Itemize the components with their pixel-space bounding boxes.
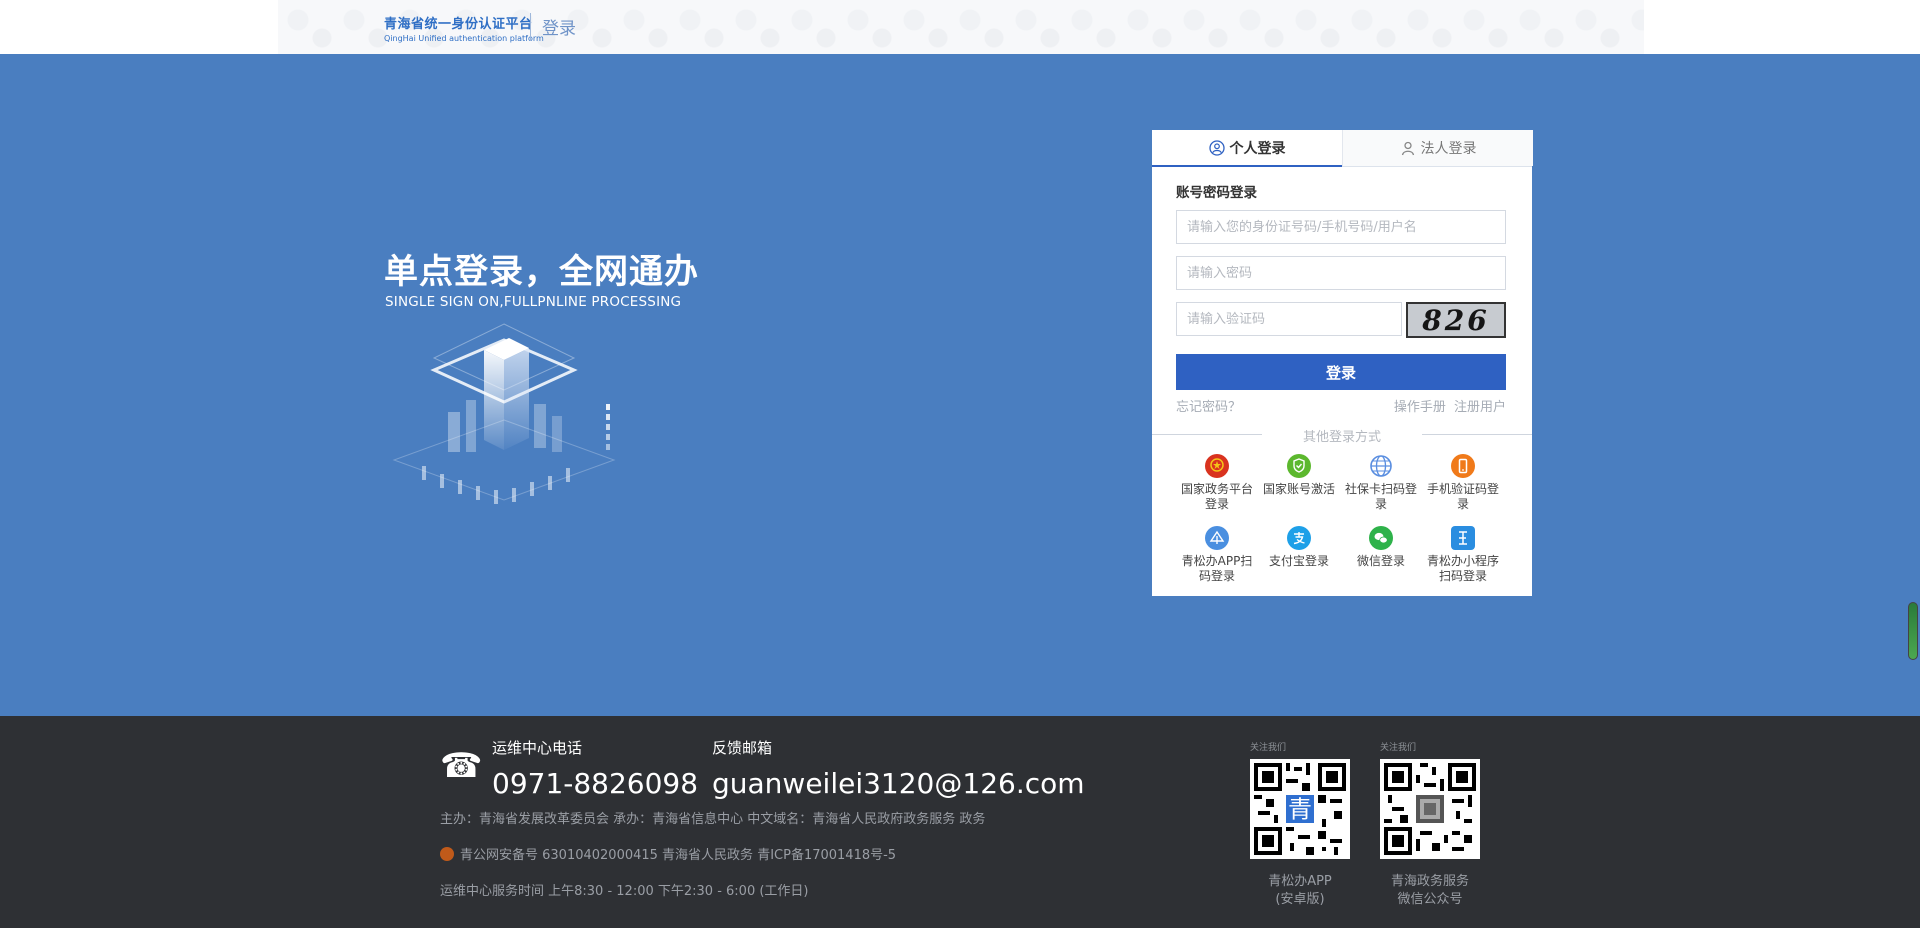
corporate-person-icon [1401, 141, 1414, 156]
qr-label-line1: 青松办APP [1268, 874, 1332, 889]
method-national-platform[interactable]: 国家政务平台登录 [1176, 454, 1258, 522]
header: 青海省统一身份认证平台 QingHai Unified authenticati… [0, 0, 1920, 54]
feedback-email-label: 反馈邮箱 [712, 739, 773, 757]
method-label: 社保卡扫码登录 [1344, 482, 1417, 511]
mini-program-icon [1451, 526, 1475, 550]
qr-block-app: 关注我们 青 青松办APP (安卓版) [1250, 740, 1350, 909]
tab-corporate-label: 法人登录 [1420, 141, 1477, 157]
method-alipay[interactable]: 支付宝登录 [1258, 526, 1340, 594]
platform-logo[interactable]: 青海省统一身份认证平台 QingHai Unified authenticati… [384, 13, 544, 43]
alipay-icon [1287, 526, 1311, 550]
hero-building-illustration [392, 323, 616, 504]
method-mini-program[interactable]: 青松办小程序扫码登录 [1422, 526, 1504, 594]
wechat-icon [1369, 526, 1393, 550]
operation-manual-link[interactable]: 操作手册 [1394, 400, 1446, 415]
scroll-indicator[interactable] [1908, 602, 1918, 660]
method-wechat[interactable]: 微信登录 [1340, 526, 1422, 594]
password-input[interactable] [1176, 256, 1506, 290]
tab-personal-label: 个人登录 [1229, 140, 1286, 157]
national-emblem-icon [1205, 454, 1229, 478]
tab-personal-login[interactable]: 个人登录 [1152, 130, 1342, 167]
logo-text-cn: 青海省统一身份认证平台 [384, 17, 533, 32]
police-badge-icon [440, 846, 454, 861]
qr-caption: 关注我们 [1380, 743, 1417, 753]
ops-phone-number: 0971-8826098 [492, 767, 699, 800]
forgot-password-link[interactable]: 忘记密码？ [1176, 396, 1241, 415]
hero-slogan: 单点登录，全网通办 [384, 252, 699, 292]
hero-slogan-en: SINGLE SIGN ON,FULLPNLINE PROCESSING [385, 294, 682, 310]
register-link[interactable]: 注册用户 [1454, 400, 1506, 415]
login-card: 个人登录 法人登录 账号密码登录 826 登录 忘记密码？ 操作手册 注册用户 … [1152, 130, 1533, 596]
qr-label-line2: 微信公众号 [1397, 892, 1463, 907]
footer-service-hours: 运维中心服务时间 上午8:30 - 12:00 下午2:30 - 6:00 (工… [440, 884, 809, 899]
mobile-phone-icon [1451, 454, 1475, 478]
method-label: 国家政务平台登录 [1180, 482, 1253, 511]
login-tabs: 个人登录 法人登录 [1152, 130, 1533, 167]
shield-check-icon [1287, 454, 1311, 478]
other-methods-title: 其他登录方式 [1262, 426, 1422, 445]
login-methods-grid: 国家政务平台登录 国家账号激活 社保卡扫码登录 手机验证码登录 青松办APP扫码… [1176, 454, 1506, 594]
wechat-qr-code [1380, 759, 1480, 859]
method-label: 支付宝登录 [1268, 554, 1329, 568]
footer-organizer-info: 主办：青海省发展改革委员会 承办：青海省信息中心 中文域名：青海省人民政府政务服… [440, 812, 986, 827]
captcha-image[interactable]: 826 [1406, 302, 1506, 338]
method-sms-code[interactable]: 手机验证码登录 [1422, 454, 1504, 522]
qr-label-line1: 青海政务服务 [1390, 874, 1469, 889]
username-input[interactable] [1176, 210, 1506, 244]
svg-text:青: 青 [1288, 795, 1312, 823]
logo-text-en: QingHai Unified authentication platform [384, 34, 544, 43]
method-national-account[interactable]: 国家账号激活 [1258, 454, 1340, 522]
login-button[interactable]: 登录 [1176, 354, 1506, 390]
page-title: 登录 [542, 19, 576, 39]
ops-phone-label: 运维中心电话 [492, 739, 583, 757]
tab-corporate-login[interactable]: 法人登录 [1342, 130, 1533, 166]
qr-block-wechat: 关注我们 青海政务服务 微信公众号 [1380, 740, 1480, 909]
footer-record-info: 青公网安备号 63010402000415 青海省人民政务 青ICP备17001… [440, 844, 896, 863]
header-divider [530, 13, 531, 41]
person-icon [1208, 139, 1225, 156]
qingsong-app-icon [1205, 526, 1229, 550]
method-label: 青松办小程序扫码登录 [1426, 554, 1499, 583]
qr-label-app: 青松办APP (安卓版) [1240, 873, 1360, 909]
captcha-input[interactable] [1176, 302, 1402, 336]
globe-icon [1369, 454, 1393, 478]
method-label: 微信登录 [1356, 554, 1405, 568]
password-login-title: 账号密码登录 [1176, 185, 1257, 201]
qr-caption: 关注我们 [1250, 743, 1287, 753]
method-label: 青松办APP扫码登录 [1181, 554, 1253, 583]
method-social-security[interactable]: 社保卡扫码登录 [1340, 454, 1422, 522]
app-qr-code: 青 [1250, 759, 1350, 859]
secondary-links: 操作手册 注册用户 [1390, 396, 1506, 415]
qr-label-line2: (安卓版) [1275, 892, 1325, 907]
telephone-icon: ☎ [440, 746, 483, 786]
method-label: 手机验证码登录 [1426, 482, 1499, 511]
footer-record-text[interactable]: 青公网安备号 63010402000415 青海省人民政务 青ICP备17001… [460, 844, 896, 863]
feedback-email[interactable]: guanweilei3120@126.com [712, 767, 1085, 800]
qr-label-wechat: 青海政务服务 微信公众号 [1370, 873, 1490, 909]
method-label: 国家账号激活 [1262, 482, 1335, 496]
method-qingsong-app[interactable]: 青松办APP扫码登录 [1176, 526, 1258, 594]
